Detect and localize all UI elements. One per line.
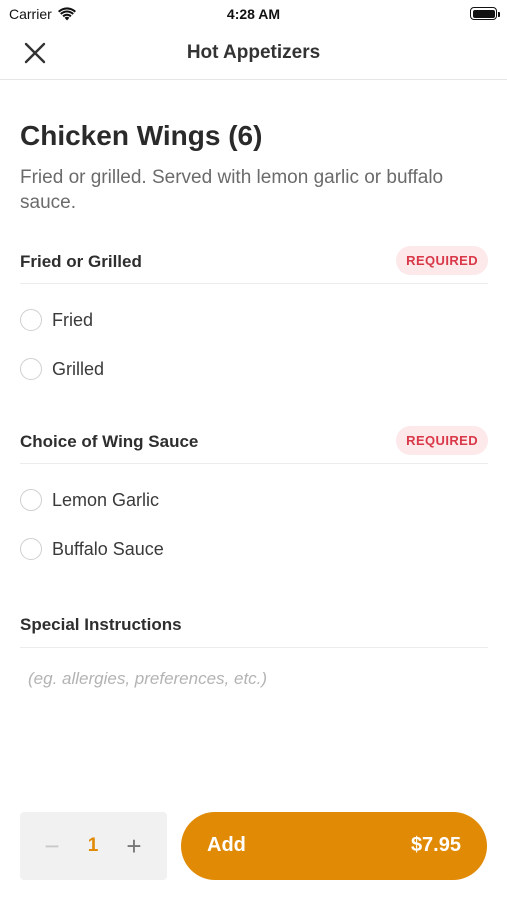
battery-level — [472, 9, 495, 18]
option-lemon-garlic[interactable]: Lemon Garlic — [20, 485, 320, 515]
status-bar: Carrier 4:28 AM — [0, 0, 507, 28]
add-price: $7.95 — [410, 834, 461, 856]
radio-button[interactable] — [20, 538, 42, 560]
option-label: Fried — [52, 309, 94, 330]
option-label: Lemon Garlic — [52, 489, 160, 510]
quantity-value: 1 — [87, 835, 99, 856]
nav-bar: Hot Appetizers — [0, 28, 507, 80]
item-title: Chicken Wings (6) — [20, 120, 263, 151]
special-instructions-title: Special Instructions — [20, 615, 182, 634]
increase-quantity-button[interactable]: + — [120, 829, 148, 863]
option-buffalo-sauce[interactable]: Buffalo Sauce — [20, 534, 320, 564]
option-label: Buffalo Sauce — [52, 538, 164, 559]
required-badge: REQUIRED — [396, 246, 488, 275]
status-time: 4:28 AM — [226, 6, 281, 22]
special-instructions-input[interactable] — [20, 662, 488, 696]
page-title: Hot Appetizers — [186, 42, 321, 63]
section-title: Fried or Grilled — [20, 252, 142, 271]
add-label: Add — [207, 834, 246, 856]
add-to-cart-button[interactable]: Add $7.95 — [181, 812, 487, 880]
option-fried[interactable]: Fried — [20, 305, 320, 335]
quantity-stepper: − 1 + — [20, 812, 167, 880]
item-description: Fried or grilled. Served with lemon garl… — [20, 167, 444, 213]
option-grilled[interactable]: Grilled — [20, 354, 320, 384]
option-label: Grilled — [52, 358, 105, 379]
battery-tip — [498, 11, 500, 17]
required-badge: REQUIRED — [396, 426, 488, 455]
section-header-wing-sauce: Choice of Wing Sauce REQUIRED — [20, 426, 488, 464]
decrease-quantity-button[interactable]: − — [38, 829, 66, 863]
battery-icon — [470, 7, 500, 20]
section-header-fried-or-grilled: Fried or Grilled REQUIRED — [20, 246, 488, 284]
section-title: Choice of Wing Sauce — [20, 432, 199, 451]
radio-button[interactable] — [20, 309, 42, 331]
radio-button[interactable] — [20, 489, 42, 511]
special-instructions-header: Special Instructions — [20, 612, 488, 648]
radio-button[interactable] — [20, 358, 42, 380]
